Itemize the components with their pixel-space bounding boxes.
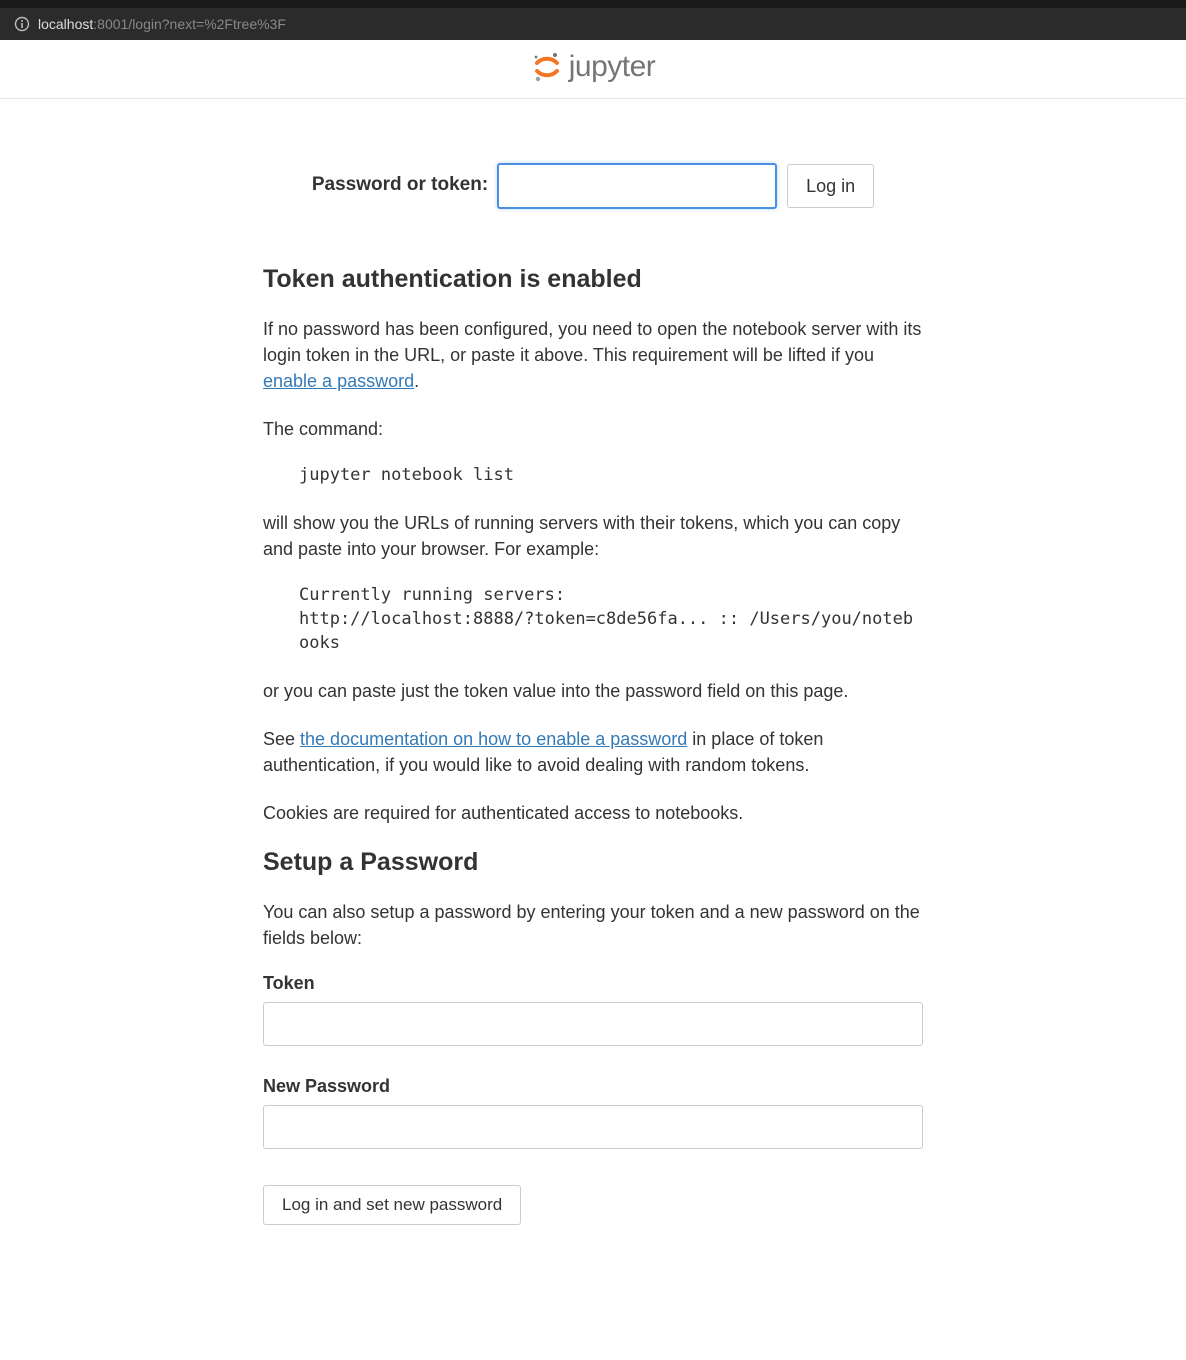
new-password-field-label: New Password	[263, 1076, 923, 1097]
login-button[interactable]: Log in	[787, 164, 874, 208]
jupyter-logo: jupyter	[531, 50, 656, 84]
login-form: Password or token: Log in	[263, 163, 923, 209]
url-text: localhost:8001/login?next=%2Ftree%3F	[38, 16, 286, 32]
example-output-code-block: Currently running servers: http://localh…	[299, 584, 923, 655]
command-code-block: jupyter notebook list	[299, 464, 923, 488]
token-auth-heading: Token authentication is enabled	[263, 265, 923, 294]
token-input[interactable]	[263, 1002, 923, 1046]
jupyter-planet-icon	[531, 51, 563, 83]
browser-url-bar[interactable]: localhost:8001/login?next=%2Ftree%3F	[0, 0, 1186, 40]
token-auth-explainer-3: or you can paste just the token value in…	[263, 678, 923, 704]
new-password-input[interactable]	[263, 1105, 923, 1149]
password-token-label: Password or token:	[312, 174, 488, 195]
set-password-button[interactable]: Log in and set new password	[263, 1185, 521, 1225]
setup-password-intro: You can also setup a password by enterin…	[263, 899, 923, 951]
setup-password-heading: Setup a Password	[263, 848, 923, 877]
cookies-required-note: Cookies are required for authenticated a…	[263, 800, 923, 826]
token-auth-explainer-2: will show you the URLs of running server…	[263, 510, 923, 562]
password-token-input[interactable]	[497, 163, 777, 209]
password-docs-link[interactable]: the documentation on how to enable a pas…	[300, 729, 687, 749]
page-header: jupyter	[0, 40, 1186, 99]
token-field-label: Token	[263, 973, 923, 994]
info-icon	[14, 16, 30, 32]
enable-password-link[interactable]: enable a password	[263, 371, 414, 391]
token-auth-explainer-1: If no password has been configured, you …	[263, 316, 923, 394]
the-command-label: The command:	[263, 416, 923, 442]
jupyter-logo-text: jupyter	[569, 50, 656, 84]
token-auth-docs-paragraph: See the documentation on how to enable a…	[263, 726, 923, 778]
